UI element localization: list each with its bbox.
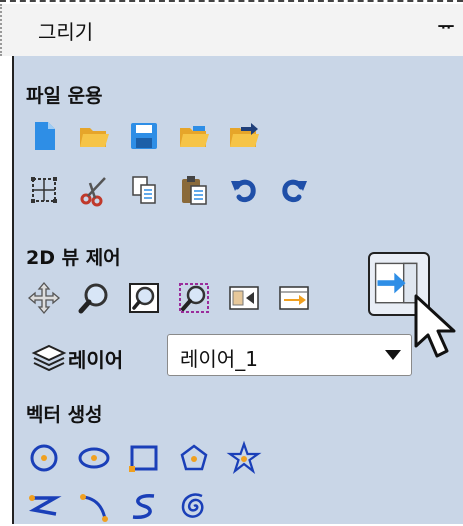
new-document-icon[interactable]: [24, 116, 64, 156]
open-folder-icon[interactable]: [74, 116, 114, 156]
zoom-selection-icon[interactable]: [174, 278, 214, 318]
view-toggle-icon[interactable]: [224, 278, 264, 318]
layer-select-value: 레이어_1: [180, 347, 258, 371]
circle-icon[interactable]: [24, 438, 64, 478]
layer-select[interactable]: 레이어_1: [167, 334, 412, 376]
star-icon[interactable]: [224, 438, 264, 478]
drawing-panel: 그리기 ᅲ 파일 운용 2D 뷰 제어 레이어 레이어_1 벡터 생성: [0, 0, 463, 524]
polygon-icon[interactable]: [174, 438, 214, 478]
import-folder-icon[interactable]: [224, 116, 264, 156]
open-folder-alt-icon[interactable]: [174, 116, 214, 156]
polyline-icon[interactable]: [24, 486, 64, 526]
arc-icon[interactable]: [74, 486, 114, 526]
layer-label: 레이어: [68, 348, 124, 372]
section-title-file: 파일 운용: [26, 85, 103, 107]
panel-title: 그리기: [38, 20, 94, 44]
spiral-icon[interactable]: [174, 486, 214, 526]
zoom-icon[interactable]: [74, 278, 114, 318]
pin-button[interactable]: ᅲ: [435, 15, 457, 41]
panel-titlebar: 그리기 ᅲ: [0, 4, 463, 56]
copy-icon[interactable]: [124, 170, 164, 210]
curve-icon[interactable]: [124, 486, 164, 526]
undo-icon[interactable]: [224, 170, 264, 210]
section-title-vector: 벡터 생성: [26, 404, 103, 426]
save-icon[interactable]: [124, 116, 164, 156]
layers-icon: [31, 340, 67, 376]
chevron-down-icon: [385, 350, 401, 360]
mouse-cursor-icon: [412, 294, 462, 364]
redo-icon[interactable]: [274, 170, 314, 210]
view-import-icon[interactable]: [274, 278, 314, 318]
zoom-extents-icon[interactable]: [124, 278, 164, 318]
cut-icon[interactable]: [74, 170, 114, 210]
pan-icon[interactable]: [24, 278, 64, 318]
select-all-icon[interactable]: [24, 170, 64, 210]
ellipse-icon[interactable]: [74, 438, 114, 478]
section-title-view2d: 2D 뷰 제어: [26, 247, 121, 269]
paste-icon[interactable]: [174, 170, 214, 210]
rectangle-icon[interactable]: [124, 438, 164, 478]
